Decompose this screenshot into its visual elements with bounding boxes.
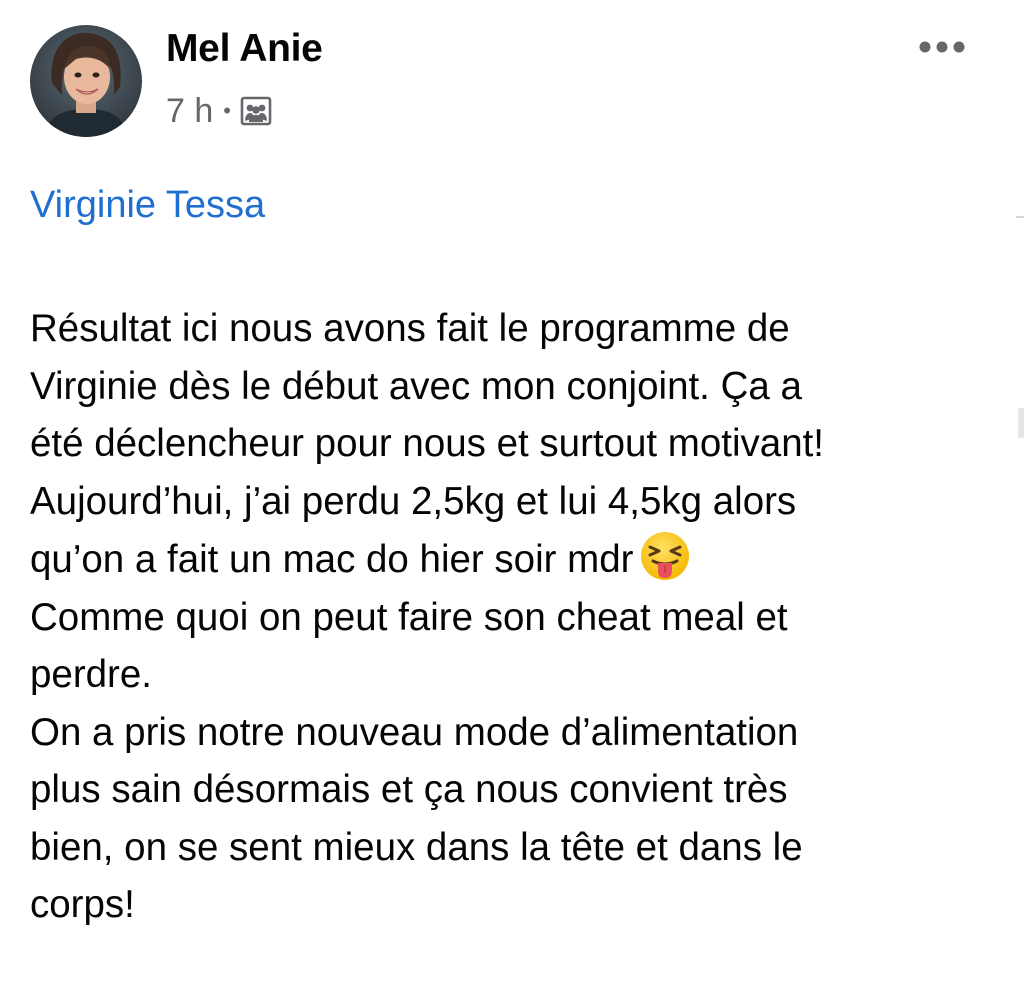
author-avatar[interactable]: [30, 25, 142, 137]
post-text-line: Virginie dès le début avec mon conjoint.…: [30, 364, 802, 408]
post-text-line: corps!: [30, 883, 135, 926]
tagged-user-link[interactable]: Virginie Tessa: [30, 184, 265, 227]
meta-separator: •: [223, 98, 231, 123]
post-text-line: Résultat ici nous avons fait le programm…: [30, 307, 790, 350]
author-name[interactable]: Mel Anie: [166, 27, 323, 71]
edge-divider: [1016, 216, 1024, 218]
edge-scroll-indicator: [1018, 408, 1024, 438]
post-text-line-with-emoji: qu’on a fait un mac do hier soir mdr: [30, 530, 1005, 589]
post-text-line: été déclencheur pour nous et surtout mot…: [30, 422, 825, 465]
post-text-line: qu’on a fait un mac do hier soir mdr: [30, 538, 634, 581]
post-body: Résultat ici nous avons fait le programm…: [30, 300, 1005, 934]
post-meta: 7 h •: [166, 90, 273, 132]
post-text-line: perdre.: [30, 653, 152, 696]
post-text-line: plus sain désormais et ça nous convient …: [30, 768, 788, 811]
post-time[interactable]: 7 h: [166, 92, 213, 131]
group-audience-icon[interactable]: [239, 94, 273, 128]
more-options-icon[interactable]: [912, 30, 972, 64]
post-text-line: bien, on se sent mieux dans la tête et d…: [30, 825, 803, 869]
facebook-post: Mel Anie 7 h • Virginie Tessa Résultat i…: [0, 0, 1024, 990]
post-text-line: On a pris notre nouveau mode d’alimentat…: [30, 710, 799, 754]
post-text-line: Aujourd’hui, j’ai perdu 2,5kg et lui 4,5…: [30, 479, 797, 523]
squinting-tongue-emoji: [639, 530, 691, 582]
post-text-line: Comme quoi on peut faire son cheat meal …: [30, 595, 788, 639]
